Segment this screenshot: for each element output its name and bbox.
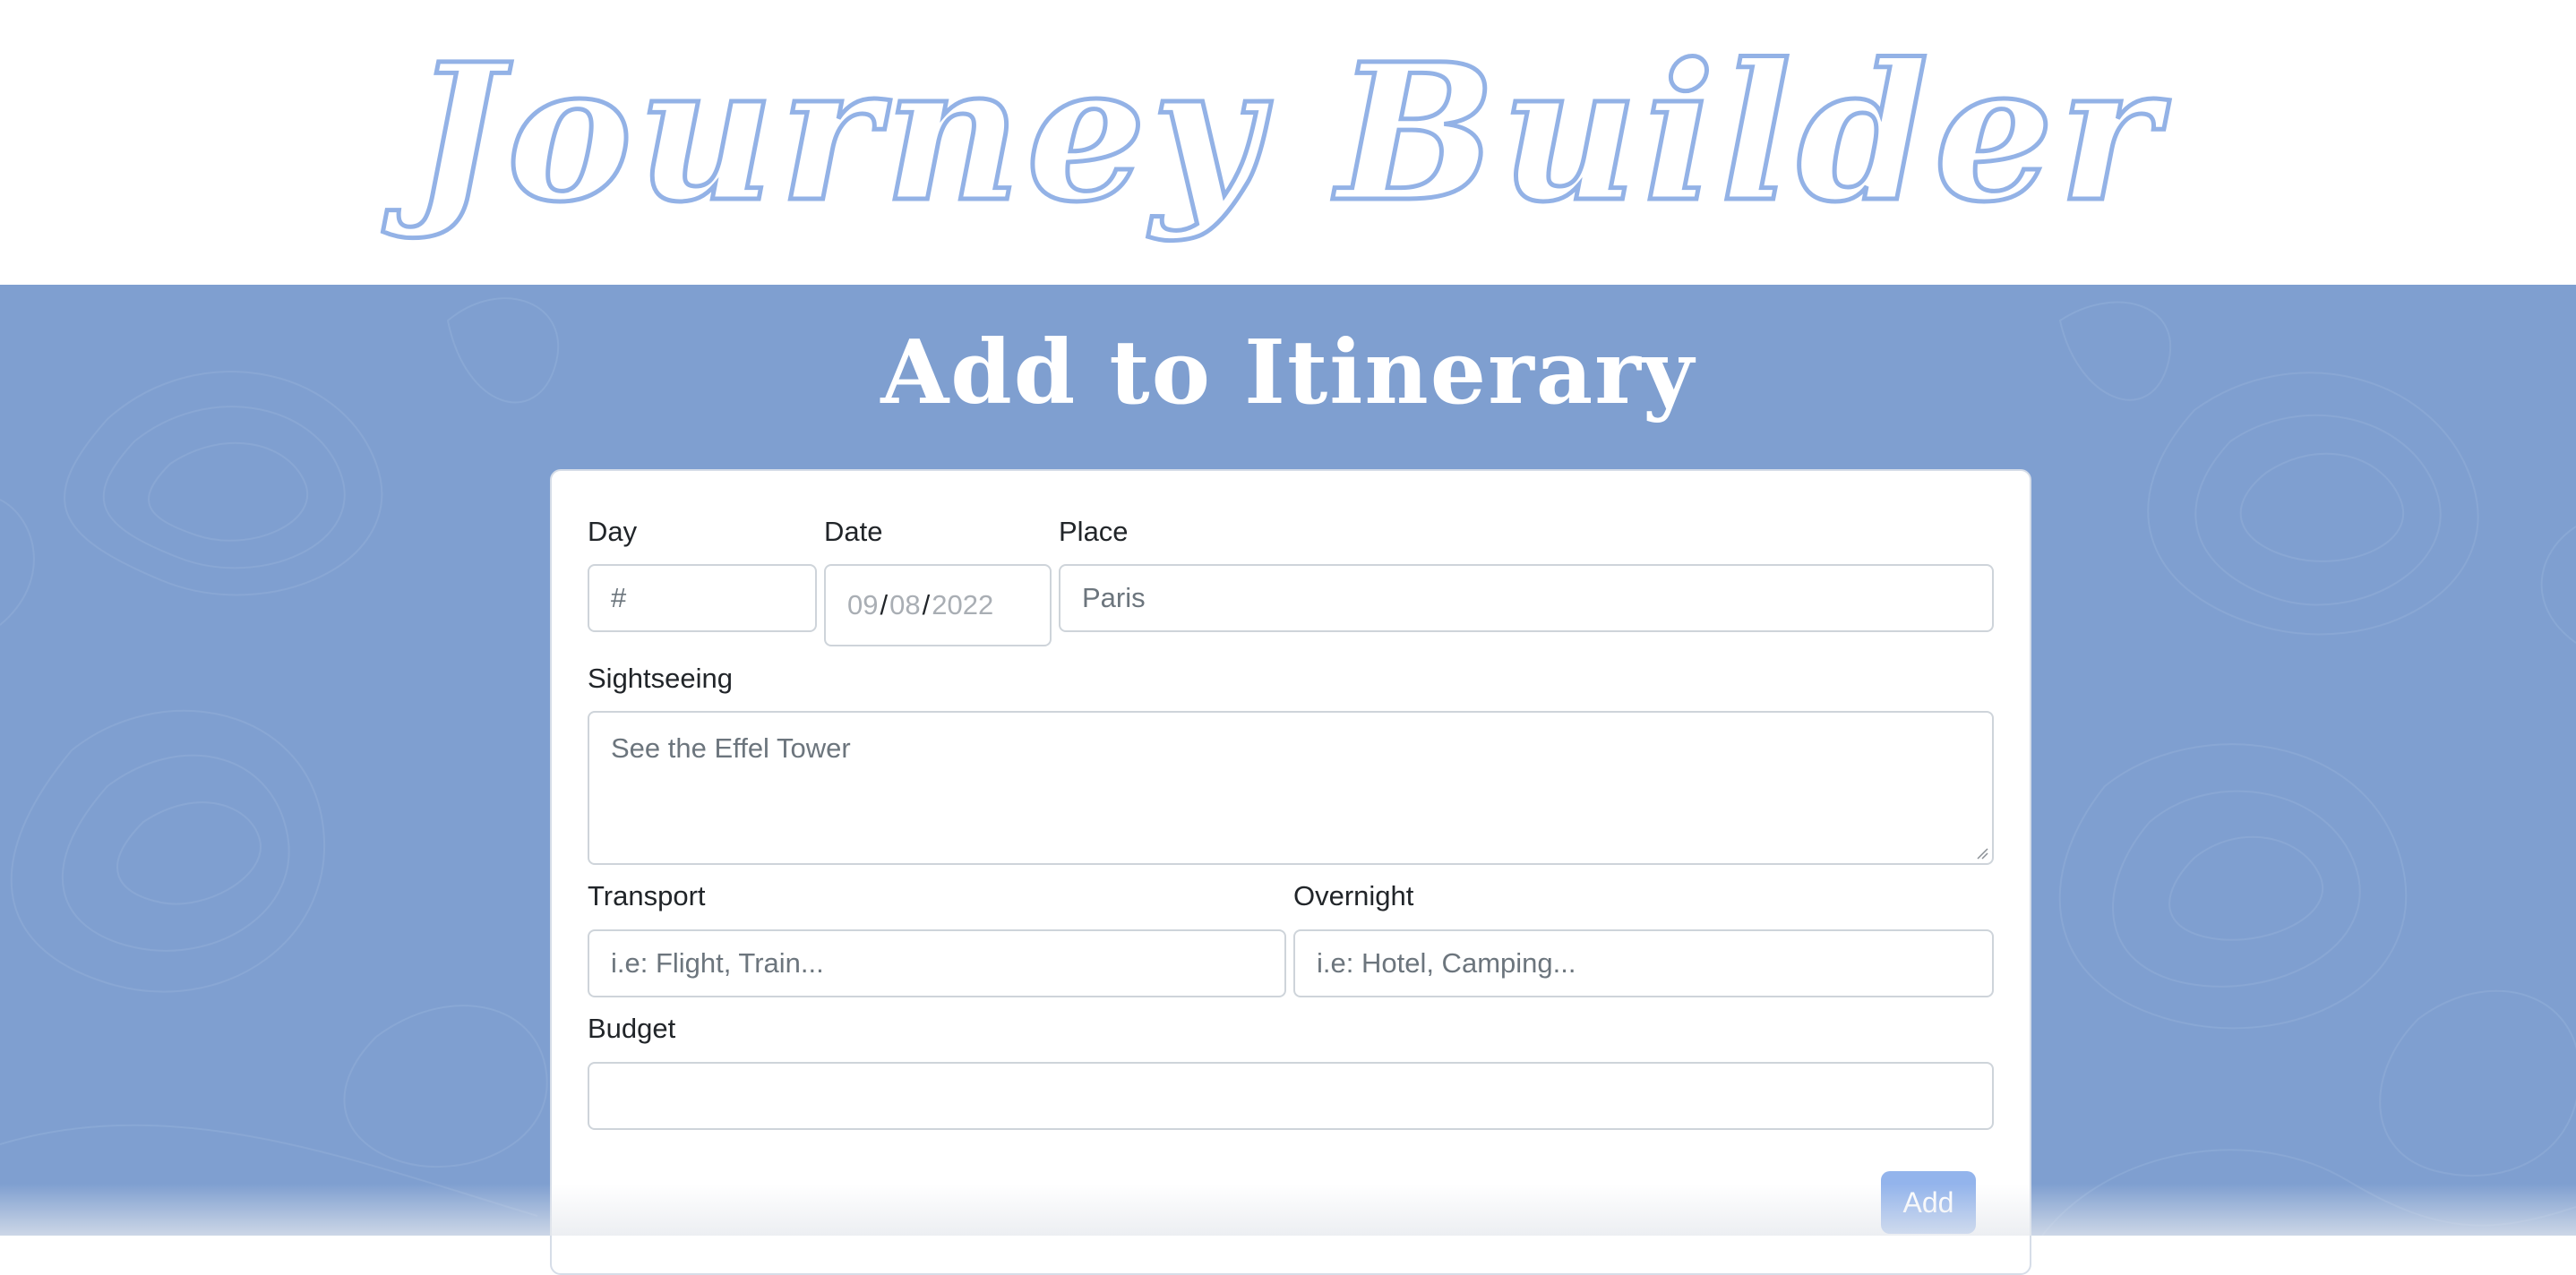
date-label: Date — [824, 516, 883, 547]
transport-input[interactable]: i.e: Flight, Train... — [588, 929, 1286, 997]
resize-grip-icon[interactable] — [1976, 847, 1988, 860]
day-label: Day — [588, 516, 638, 547]
transport-label: Transport — [588, 880, 706, 911]
date-separator: / — [880, 589, 889, 620]
budget-input[interactable] — [588, 1062, 1994, 1130]
itinerary-form: Day # Date 09/08/2022 Place Paris Sights… — [550, 469, 2031, 1275]
date-day[interactable]: 08 — [889, 589, 920, 621]
date-separator: / — [922, 589, 931, 620]
place-input[interactable]: Paris — [1059, 564, 1994, 632]
sightseeing-placeholder: See the Effel Tower — [611, 732, 851, 764]
date-month[interactable]: 09 — [847, 589, 878, 621]
overnight-placeholder: i.e: Hotel, Camping... — [1317, 947, 1576, 979]
overnight-label: Overnight — [1293, 880, 1414, 911]
overnight-input[interactable]: i.e: Hotel, Camping... — [1293, 929, 1994, 997]
app-header: Journey Builder — [0, 0, 2576, 285]
sightseeing-label: Sightseeing — [588, 663, 734, 694]
date-year[interactable]: 2022 — [932, 589, 993, 621]
place-placeholder: Paris — [1082, 582, 1146, 613]
day-placeholder: # — [611, 582, 627, 613]
sightseeing-textarea[interactable]: See the Effel Tower — [588, 711, 1994, 865]
day-input[interactable]: # — [588, 564, 817, 632]
section-title: Add to Itinerary — [880, 321, 1696, 424]
place-label: Place — [1059, 516, 1129, 547]
app-title: Journey Builder — [410, 22, 2164, 244]
date-input[interactable]: 09/08/2022 — [824, 564, 1052, 646]
transport-placeholder: i.e: Flight, Train... — [611, 947, 824, 979]
budget-label: Budget — [588, 1013, 676, 1044]
add-button[interactable]: Add — [1881, 1171, 1976, 1234]
